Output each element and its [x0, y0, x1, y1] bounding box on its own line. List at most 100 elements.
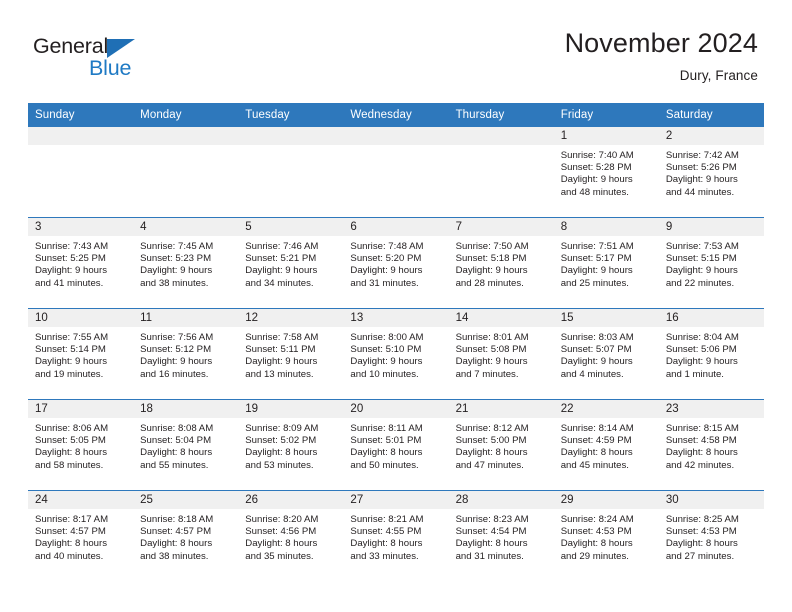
calendar-day-cell[interactable]: 16 Sunrise: 8:04 AM Sunset: 5:06 PM Dayligh…: [658, 308, 764, 400]
sunset-text: Sunset: 5:11 PM: [245, 344, 316, 356]
calendar-day-cell[interactable]: 27 Sunrise: 8:21 AM Sunset: 4:55 PM Dayligh…: [343, 490, 449, 581]
daylight-text-line2: and 48 minutes.: [560, 186, 629, 198]
daylight-text-line1: Daylight: 8 hours: [140, 538, 213, 550]
sunset-text: Sunset: 5:28 PM: [560, 162, 632, 174]
daylight-text-line2: and 22 minutes.: [665, 277, 735, 289]
sunset-text: Sunset: 4:53 PM: [665, 526, 737, 538]
calendar-day-cell[interactable]: 1 Sunrise: 7:40 AM Sunset: 5:28 PM Daylight…: [553, 127, 659, 218]
daylight-text-line1: Daylight: 8 hours: [350, 447, 423, 459]
calendar-day-cell[interactable]: 23 Sunrise: 8:15 AM Sunset: 4:58 PM Dayligh…: [658, 399, 764, 491]
calendar-day-cell[interactable]: 4 Sunrise: 7:45 AM Sunset: 5:23 PM Daylight…: [133, 217, 239, 309]
calendar-day-cell[interactable]: 17 Sunrise: 8:06 AM Sunset: 5:05 PM Dayligh…: [28, 399, 134, 491]
calendar-day-cell[interactable]: 6 Sunrise: 7:48 AM Sunset: 5:20 PM Daylight…: [343, 217, 449, 309]
sunrise-text: Sunrise: 8:24 AM: [560, 514, 634, 525]
calendar-day-cell[interactable]: 25 Sunrise: 8:18 AM Sunset: 4:57 PM Dayligh…: [133, 490, 239, 581]
day-cell-inner: 27 Sunrise: 8:21 AM Sunset: 4:55 PM Dayligh…: [343, 491, 449, 581]
daylight-text-line1: Daylight: 9 hours: [245, 356, 318, 368]
sunset-text: Sunset: 5:21 PM: [245, 253, 317, 265]
calendar-day-cell[interactable]: 22 Sunrise: 8:14 AM Sunset: 4:59 PM Dayligh…: [553, 399, 659, 491]
day-number: 4: [133, 218, 239, 236]
daylight-text-line1: Daylight: 8 hours: [665, 538, 738, 550]
day-details: Sunrise: 7:58 AM Sunset: 5:11 PM Daylight:…: [238, 327, 343, 381]
daylight-text-line1: Daylight: 8 hours: [245, 538, 318, 550]
calendar-body: 1 Sunrise: 7:40 AM Sunset: 5:28 PM Daylight…: [28, 127, 764, 581]
weekday-header-friday: Friday: [553, 103, 659, 127]
day-cell-inner: 5 Sunrise: 7:46 AM Sunset: 5:21 PM Daylight…: [238, 218, 344, 308]
sunset-text: Sunset: 5:07 PM: [560, 344, 632, 356]
sunset-text: Sunset: 5:04 PM: [140, 435, 212, 447]
day-details: Sunrise: 8:25 AM Sunset: 4:53 PM Daylight:…: [659, 509, 764, 563]
calendar-day-cell[interactable]: 28 Sunrise: 8:23 AM Sunset: 4:54 PM Dayligh…: [448, 490, 554, 581]
sunset-text: Sunset: 4:56 PM: [245, 526, 317, 538]
sunset-text: Sunset: 5:10 PM: [350, 344, 422, 356]
calendar-day-cell[interactable]: 7 Sunrise: 7:50 AM Sunset: 5:18 PM Daylight…: [448, 217, 554, 309]
day-cell-inner: 30 Sunrise: 8:25 AM Sunset: 4:53 PM Dayligh…: [658, 491, 764, 581]
daylight-text-line1: Daylight: 9 hours: [245, 265, 318, 277]
day-number: 6: [343, 218, 449, 236]
day-cell-inner: 19 Sunrise: 8:09 AM Sunset: 5:02 PM Dayligh…: [238, 400, 344, 490]
calendar-week-row: 17 Sunrise: 8:06 AM Sunset: 5:05 PM Dayligh…: [28, 399, 764, 491]
sunrise-text: Sunrise: 8:18 AM: [140, 514, 214, 525]
day-cell-inner: 15 Sunrise: 8:03 AM Sunset: 5:07 PM Dayligh…: [553, 309, 659, 399]
calendar-day-cell[interactable]: 29 Sunrise: 8:24 AM Sunset: 4:53 PM Dayligh…: [553, 490, 659, 581]
sunrise-text: Sunrise: 8:06 AM: [35, 423, 109, 434]
day-cell-inner: [238, 127, 344, 217]
day-number: 14: [448, 309, 554, 327]
sunrise-text: Sunrise: 8:25 AM: [665, 514, 739, 525]
daylight-text-line1: Daylight: 8 hours: [560, 447, 633, 459]
calendar-day-cell[interactable]: 9 Sunrise: 7:53 AM Sunset: 5:15 PM Daylight…: [658, 217, 764, 309]
sunset-text: Sunset: 5:05 PM: [35, 435, 106, 447]
sunrise-text: Sunrise: 8:17 AM: [35, 514, 109, 525]
sunset-text: Sunset: 5:25 PM: [35, 253, 106, 265]
calendar-day-cell[interactable]: 18 Sunrise: 8:08 AM Sunset: 5:04 PM Dayligh…: [133, 399, 239, 491]
day-number: 12: [238, 309, 344, 327]
calendar-day-cell[interactable]: 2 Sunrise: 7:42 AM Sunset: 5:26 PM Daylight…: [658, 127, 764, 218]
calendar-day-cell[interactable]: 11 Sunrise: 7:56 AM Sunset: 5:12 PM Dayligh…: [133, 308, 239, 400]
day-cell-inner: 7 Sunrise: 7:50 AM Sunset: 5:18 PM Daylight…: [448, 218, 554, 308]
day-details: Sunrise: 8:06 AM Sunset: 5:05 PM Daylight:…: [28, 418, 133, 472]
sunset-text: Sunset: 5:01 PM: [350, 435, 422, 447]
calendar-day-cell[interactable]: 3 Sunrise: 7:43 AM Sunset: 5:25 PM Daylight…: [28, 217, 134, 309]
daylight-text-line1: Daylight: 9 hours: [140, 356, 213, 368]
logo-text-blue: Blue: [89, 56, 132, 80]
day-number: [238, 127, 344, 145]
sunrise-text: Sunrise: 7:40 AM: [560, 150, 634, 161]
day-number: 13: [343, 309, 449, 327]
day-cell-inner: 17 Sunrise: 8:06 AM Sunset: 5:05 PM Dayligh…: [28, 400, 134, 490]
calendar-day-cell[interactable]: 10 Sunrise: 7:55 AM Sunset: 5:14 PM Dayligh…: [28, 308, 134, 400]
calendar-day-cell[interactable]: 13 Sunrise: 8:00 AM Sunset: 5:10 PM Dayligh…: [343, 308, 449, 400]
calendar-day-cell[interactable]: 8 Sunrise: 7:51 AM Sunset: 5:17 PM Daylight…: [553, 217, 659, 309]
calendar-day-cell[interactable]: 26 Sunrise: 8:20 AM Sunset: 4:56 PM Dayligh…: [238, 490, 344, 581]
day-cell-inner: 29 Sunrise: 8:24 AM Sunset: 4:53 PM Dayligh…: [553, 491, 659, 581]
location-subtitle: Dury, France: [679, 68, 758, 84]
calendar-day-cell[interactable]: 15 Sunrise: 8:03 AM Sunset: 5:07 PM Dayligh…: [553, 308, 659, 400]
sunset-text: Sunset: 4:58 PM: [665, 435, 737, 447]
day-number: 19: [238, 400, 344, 418]
day-cell-inner: 14 Sunrise: 8:01 AM Sunset: 5:08 PM Dayligh…: [448, 309, 554, 399]
calendar-week-row: 24 Sunrise: 8:17 AM Sunset: 4:57 PM Dayligh…: [28, 490, 764, 581]
day-cell-inner: 20 Sunrise: 8:11 AM Sunset: 5:01 PM Dayligh…: [343, 400, 449, 490]
calendar-day-cell[interactable]: 19 Sunrise: 8:09 AM Sunset: 5:02 PM Dayligh…: [238, 399, 344, 491]
calendar-day-cell[interactable]: 14 Sunrise: 8:01 AM Sunset: 5:08 PM Dayligh…: [448, 308, 554, 400]
day-details: Sunrise: 8:00 AM Sunset: 5:10 PM Daylight:…: [343, 327, 448, 381]
day-details: Sunrise: 7:42 AM Sunset: 5:26 PM Daylight:…: [659, 145, 764, 199]
daylight-text-line2: and 1 minute.: [665, 368, 724, 380]
calendar-day-cell[interactable]: 20 Sunrise: 8:11 AM Sunset: 5:01 PM Dayligh…: [343, 399, 449, 491]
sunset-text: Sunset: 5:00 PM: [455, 435, 527, 447]
day-details: Sunrise: 7:55 AM Sunset: 5:14 PM Daylight:…: [28, 327, 133, 381]
day-details: Sunrise: 8:08 AM Sunset: 5:04 PM Daylight:…: [133, 418, 238, 472]
calendar-day-cell[interactable]: 24 Sunrise: 8:17 AM Sunset: 4:57 PM Dayligh…: [28, 490, 134, 581]
weekday-header-monday: Monday: [133, 103, 239, 127]
daylight-text-line1: Daylight: 9 hours: [35, 356, 107, 368]
sunset-text: Sunset: 5:15 PM: [665, 253, 737, 265]
day-details: Sunrise: 7:56 AM Sunset: 5:12 PM Daylight:…: [133, 327, 238, 381]
daylight-text-line2: and 28 minutes.: [455, 277, 524, 289]
sunset-text: Sunset: 5:06 PM: [665, 344, 737, 356]
day-number: 24: [28, 491, 134, 509]
calendar-day-cell[interactable]: 12 Sunrise: 7:58 AM Sunset: 5:11 PM Dayligh…: [238, 308, 344, 400]
sunrise-text: Sunrise: 7:56 AM: [140, 332, 214, 343]
calendar-day-cell[interactable]: 5 Sunrise: 7:46 AM Sunset: 5:21 PM Daylight…: [238, 217, 344, 309]
calendar-day-cell[interactable]: 30 Sunrise: 8:25 AM Sunset: 4:53 PM Dayligh…: [658, 490, 764, 581]
sunrise-text: Sunrise: 8:00 AM: [350, 332, 424, 343]
calendar-day-cell[interactable]: 21 Sunrise: 8:12 AM Sunset: 5:00 PM Dayligh…: [448, 399, 554, 491]
